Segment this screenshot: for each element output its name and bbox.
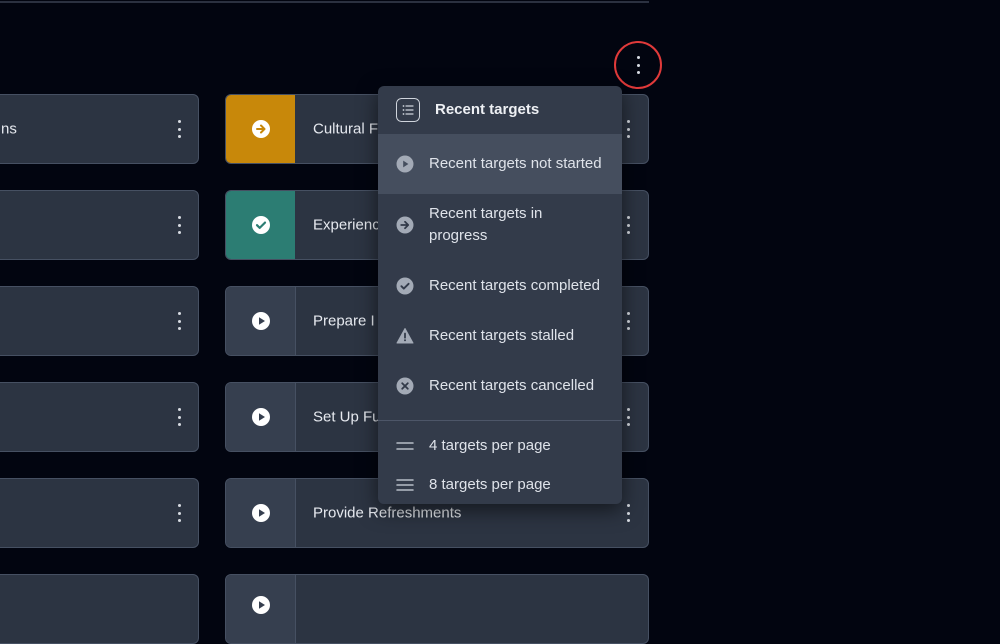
target-card-label: Set Up Fu bbox=[313, 408, 381, 426]
menu-item-label: Recent targets cancelled bbox=[429, 377, 595, 394]
menu-item-label: Recent targets in progress bbox=[429, 204, 543, 244]
target-card-left[interactable] bbox=[0, 190, 199, 260]
target-card-label: Provide Refreshments bbox=[313, 504, 462, 522]
play-circle-icon bbox=[251, 504, 270, 522]
three-lines-icon bbox=[396, 479, 414, 491]
menu-item-not-started[interactable]: Recent targets not started bbox=[378, 134, 622, 194]
target-card[interactable] bbox=[225, 574, 649, 644]
menu-item-label: 8 targets per page bbox=[429, 476, 551, 493]
menu-header: Recent targets bbox=[378, 86, 622, 134]
target-card-label: ns bbox=[1, 120, 17, 138]
play-circle-icon bbox=[251, 596, 270, 614]
menu-item-label: Recent targets not started bbox=[429, 155, 602, 172]
menu-item-cancelled[interactable]: Recent targets cancelled bbox=[378, 356, 622, 416]
status-block-not-started bbox=[226, 287, 296, 355]
more-options-icon[interactable] bbox=[622, 312, 634, 330]
menu-item-label: Recent targets completed bbox=[429, 276, 600, 294]
menu-item-label: 4 targets per page bbox=[429, 437, 551, 454]
list-icon bbox=[396, 98, 420, 122]
menu-divider bbox=[378, 420, 622, 421]
play-circle-icon bbox=[251, 312, 270, 330]
status-block-completed bbox=[226, 191, 295, 259]
two-lines-icon bbox=[396, 442, 414, 450]
more-options-icon[interactable] bbox=[173, 312, 185, 330]
check-circle-icon bbox=[251, 216, 270, 234]
menu-item-in-progress[interactable]: Recent targets in progress bbox=[378, 194, 622, 255]
more-options-icon[interactable] bbox=[622, 120, 634, 138]
status-block-not-started bbox=[226, 575, 296, 643]
menu-item-label: Recent targets stalled bbox=[429, 327, 575, 344]
target-card-left[interactable]: ns bbox=[0, 94, 199, 164]
target-card-label: Experience bbox=[313, 216, 389, 234]
more-options-icon[interactable] bbox=[622, 504, 634, 522]
menu-item-8-per-page[interactable]: 8 targets per page bbox=[378, 466, 622, 504]
target-card-left[interactable] bbox=[0, 286, 199, 356]
play-circle-icon bbox=[251, 408, 270, 426]
menu-item-stalled[interactable]: Recent targets stalled bbox=[378, 316, 622, 356]
target-card-label: Prepare I bbox=[313, 312, 375, 330]
target-card-label: Cultural F bbox=[313, 120, 379, 138]
top-divider bbox=[0, 1, 649, 3]
menu-item-4-per-page[interactable]: 4 targets per page bbox=[378, 426, 622, 466]
target-card-left[interactable] bbox=[0, 574, 199, 644]
warning-triangle-icon bbox=[396, 328, 414, 344]
more-options-icon[interactable] bbox=[173, 504, 185, 522]
more-options-icon[interactable] bbox=[173, 408, 185, 426]
target-card-left[interactable] bbox=[0, 478, 199, 548]
more-options-icon[interactable] bbox=[173, 216, 185, 234]
x-circle-icon bbox=[396, 377, 414, 395]
status-block-in-progress bbox=[226, 95, 295, 163]
more-options-icon[interactable] bbox=[622, 408, 634, 426]
targets-view-menu: Recent targets Recent targets not starte… bbox=[378, 86, 622, 504]
menu-item-completed[interactable]: Recent targets completed bbox=[378, 255, 622, 316]
check-circle-icon bbox=[396, 277, 414, 294]
play-circle-icon bbox=[396, 155, 414, 173]
more-options-icon[interactable] bbox=[632, 56, 644, 74]
more-options-icon[interactable] bbox=[173, 120, 185, 138]
target-card-left[interactable] bbox=[0, 382, 199, 452]
arrow-right-circle-icon bbox=[251, 120, 270, 138]
arrow-right-circle-icon bbox=[396, 216, 414, 233]
status-block-not-started bbox=[226, 383, 296, 451]
menu-title: Recent targets bbox=[435, 101, 540, 118]
more-options-icon[interactable] bbox=[622, 216, 634, 234]
header-more-options-button[interactable] bbox=[614, 41, 662, 89]
status-block-not-started bbox=[226, 479, 296, 547]
